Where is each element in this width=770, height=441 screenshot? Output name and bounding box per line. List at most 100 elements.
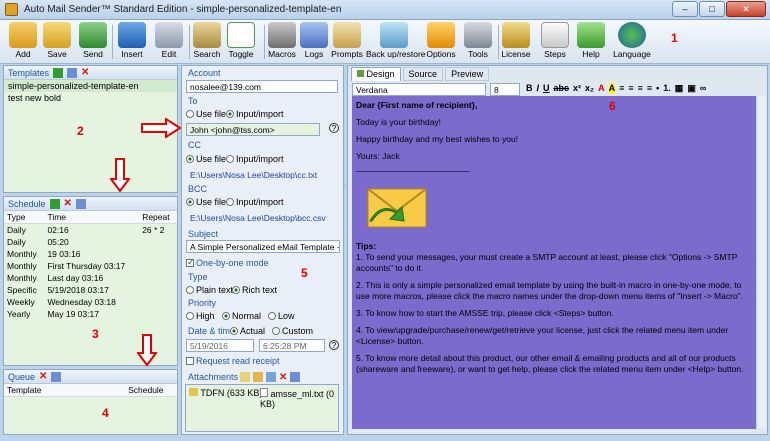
open-icon[interactable] xyxy=(266,372,276,382)
template-item[interactable]: test new bold xyxy=(4,92,177,104)
align-left-icon[interactable]: ≡ xyxy=(619,83,624,94)
refresh-queue-icon[interactable] xyxy=(51,371,62,382)
toolbar-tools-button[interactable]: Tools xyxy=(460,22,496,59)
table-row[interactable]: Weekly Wednesday 03:18 xyxy=(4,296,177,308)
italic-button[interactable]: I xyxy=(537,83,540,94)
number-list-icon[interactable]: 1. xyxy=(663,83,671,94)
tab-design[interactable]: Design xyxy=(351,67,401,81)
column-header[interactable]: Schedule xyxy=(125,384,177,397)
delete-attachment-icon[interactable]: ✕ xyxy=(279,372,287,383)
add-folder-icon[interactable] xyxy=(253,372,263,382)
column-header[interactable]: Time xyxy=(44,211,140,224)
delete-queue-icon[interactable]: ✕ xyxy=(39,371,47,382)
to-field[interactable]: John <john@tss.com> xyxy=(186,123,320,136)
cc-input-import-radio[interactable]: Input/import xyxy=(226,154,284,164)
custom-radio[interactable]: Custom xyxy=(272,326,313,336)
toolbar-send-button[interactable]: Send xyxy=(76,22,110,59)
table-row[interactable]: Monthly Last day 03:16 xyxy=(4,272,177,284)
image-icon[interactable]: ▣ xyxy=(687,83,696,94)
delete-schedule-icon[interactable]: ✕ xyxy=(64,198,72,209)
priority-normal-radio[interactable]: Normal xyxy=(222,311,261,321)
toolbar-language-button[interactable]: Language xyxy=(612,22,652,59)
subscript-button[interactable]: x₂ xyxy=(585,83,594,94)
attachment-item[interactable]: TDFN (633 KB) xyxy=(189,388,262,398)
toolbar-insert-button[interactable]: Insert xyxy=(114,22,150,59)
link-icon[interactable]: ∞ xyxy=(700,83,706,94)
account-select[interactable]: nosalee@139.com xyxy=(186,80,338,93)
to-use-file-radio[interactable]: Use file xyxy=(186,109,226,119)
toolbar-options-button[interactable]: Options xyxy=(424,22,458,59)
time-field[interactable]: 6:25:28 PM xyxy=(259,339,325,352)
tab-source[interactable]: Source xyxy=(402,67,444,81)
priority-low-radio[interactable]: Low xyxy=(268,311,295,321)
cc-path[interactable]: E:\Users\Nosa Lee\Desktop\cc.txt xyxy=(190,170,317,180)
bcc-input-import-radio[interactable]: Input/import xyxy=(226,197,284,207)
underline-button[interactable]: U xyxy=(543,83,550,94)
tab-preview[interactable]: Preview xyxy=(445,67,490,81)
request-receipt-checkbox[interactable]: Request read receipt xyxy=(186,356,280,366)
editor-scrollbar[interactable] xyxy=(756,96,766,429)
bullet-list-icon[interactable]: • xyxy=(656,83,659,94)
strike-button[interactable]: abc xyxy=(554,83,570,94)
toolbar-license-button[interactable]: License xyxy=(500,22,532,59)
toolbar-toggle-button[interactable]: Toggle xyxy=(224,22,258,59)
column-header[interactable]: Type xyxy=(4,211,45,224)
table-row[interactable]: Daily 05:20 xyxy=(4,236,177,248)
font-select[interactable]: Verdana xyxy=(352,83,486,96)
actual-radio[interactable]: Actual xyxy=(230,326,265,336)
table-row[interactable]: Monthly First Thursday 03:17 xyxy=(4,260,177,272)
maximize-button[interactable]: □ xyxy=(699,1,725,17)
copy-template-icon[interactable] xyxy=(67,67,78,78)
table-icon[interactable]: ▦ xyxy=(675,83,684,94)
to-input-import-radio[interactable]: Input/import xyxy=(226,109,284,119)
delete-template-icon[interactable]: ✕ xyxy=(81,67,89,78)
help-icon[interactable]: ? xyxy=(329,123,339,133)
one-by-one-checkbox[interactable]: One-by-one mode xyxy=(186,257,269,268)
justify-icon[interactable]: ≡ xyxy=(647,83,652,94)
plain-text-radio[interactable]: Plain text xyxy=(186,285,233,295)
toolbar-help-button[interactable]: Help xyxy=(576,22,606,59)
help-icon[interactable]: ? xyxy=(329,340,339,350)
highlight-button[interactable]: A xyxy=(608,83,616,94)
editor-content[interactable]: Dear {First name of recipient}, Today is… xyxy=(352,96,756,429)
priority-high-radio[interactable]: High xyxy=(186,311,215,321)
attachment-item[interactable]: amsse_ml.txt (0 KB) xyxy=(260,388,338,409)
date-field[interactable]: 5/19/2016 xyxy=(186,339,254,352)
minimize-button[interactable]: – xyxy=(672,1,698,17)
toolbar-macros-button[interactable]: Macros xyxy=(266,22,298,59)
table-row[interactable]: Specific 5/19/2018 03:17 xyxy=(4,284,177,296)
table-row[interactable]: Yearly May 19 03:17 xyxy=(4,308,177,320)
refresh-attachment-icon[interactable] xyxy=(290,372,301,382)
superscript-button[interactable]: x² xyxy=(573,83,581,94)
toolbar-search-button[interactable]: Search xyxy=(191,22,223,59)
toolbar-steps-button[interactable]: Steps xyxy=(538,22,572,59)
table-row[interactable]: Monthly 19 03:16 xyxy=(4,248,177,260)
toolbar-backup-button[interactable]: Back up/restore xyxy=(366,22,426,59)
template-item[interactable]: simple-personalized-template-en xyxy=(4,80,177,92)
toolbar-add-button[interactable]: Add xyxy=(6,22,40,59)
add-schedule-icon[interactable] xyxy=(49,198,60,209)
toolbar-logs-button[interactable]: Logs xyxy=(299,22,329,59)
cc-use-file-radio[interactable]: Use file xyxy=(186,154,226,164)
refresh-schedule-icon[interactable] xyxy=(75,198,86,209)
table-cell: Specific xyxy=(7,285,37,295)
toolbar-edit-button[interactable]: Edit xyxy=(152,22,186,59)
column-header[interactable]: Repeat xyxy=(139,211,177,224)
align-center-icon[interactable]: ≡ xyxy=(628,83,633,94)
toolbar-prompts-button[interactable]: Prompts xyxy=(330,22,364,59)
bcc-path[interactable]: E:\Users\Nosa Lee\Desktop\bcc.csv xyxy=(190,213,326,223)
subject-label: Subject xyxy=(188,229,219,239)
table-row[interactable]: Daily 02:16 26 * 2 xyxy=(4,224,177,237)
add-template-icon[interactable] xyxy=(53,67,64,78)
subject-field[interactable]: A Simple Personalized eMail Template - H… xyxy=(186,240,340,253)
add-file-icon[interactable] xyxy=(240,372,250,382)
rich-text-radio[interactable]: Rich text xyxy=(232,285,277,295)
font-size-select[interactable]: 8 xyxy=(490,83,520,96)
bold-button[interactable]: B xyxy=(526,83,533,94)
toolbar-save-button[interactable]: Save xyxy=(40,22,74,59)
align-right-icon[interactable]: ≡ xyxy=(638,83,643,94)
bcc-use-file-radio[interactable]: Use file xyxy=(186,197,226,207)
column-header[interactable]: Template xyxy=(4,384,126,397)
text-color-button[interactable]: A xyxy=(598,83,605,94)
close-button[interactable]: ✕ xyxy=(726,1,766,17)
